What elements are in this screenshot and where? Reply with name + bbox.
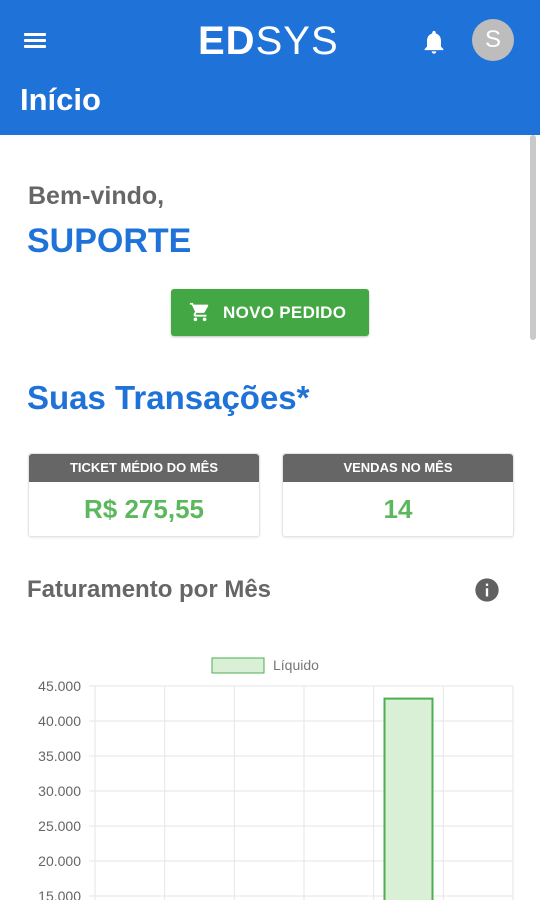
new-order-label: NOVO PEDIDO [223,303,347,322]
page-title: Início [20,82,101,117]
bar[interactable] [383,697,434,900]
brand-logo: EDSYS [198,19,339,63]
y-tick-label: 20.000 [38,853,81,869]
sales-card-value: 14 [383,494,413,524]
y-tick-label: 40.000 [38,713,81,729]
revenue-title: Faturamento por Mês [27,576,272,603]
revenue-chart: Líquido 45.000 40.000 35.000 30.000 25.000 20… [38,657,514,900]
chart-grid [89,685,514,900]
y-tick-label: 15.000 [38,888,81,900]
ticket-card-value: R$ 275,55 [84,494,204,524]
user-name: SUPORTE [27,222,192,260]
menu-icon[interactable] [22,28,50,52]
welcome-greeting: Bem-vindo, [28,182,165,210]
cart-icon [189,302,209,322]
chart-bars [383,697,434,900]
sales-card-label: VENDAS NO MÊS [283,454,513,482]
transactions-title: Suas Transações* [27,379,310,416]
legend-swatch [211,657,265,674]
app-bar: EDSYS S Início [0,0,540,135]
y-tick-label: 30.000 [38,783,81,799]
y-tick-label: 35.000 [38,748,81,764]
info-icon[interactable] [473,576,501,604]
y-tick-label: 25.000 [38,818,81,834]
chart-legend: Líquido [211,657,319,674]
sales-card: VENDAS NO MÊS 14 [282,453,514,537]
scrollbar[interactable] [530,135,536,340]
bell-icon[interactable] [420,28,448,56]
new-order-button[interactable]: NOVO PEDIDO [171,289,369,336]
y-tick-label: 45.000 [38,678,81,694]
legend-label: Líquido [273,657,319,673]
avatar[interactable]: S [472,19,514,61]
ticket-card-label: TICKET MÉDIO DO MÊS [29,454,259,482]
ticket-card: TICKET MÉDIO DO MÊS R$ 275,55 [28,453,260,537]
chart-y-axis: 45.000 40.000 35.000 30.000 25.000 20.000 15.0… [38,678,81,900]
